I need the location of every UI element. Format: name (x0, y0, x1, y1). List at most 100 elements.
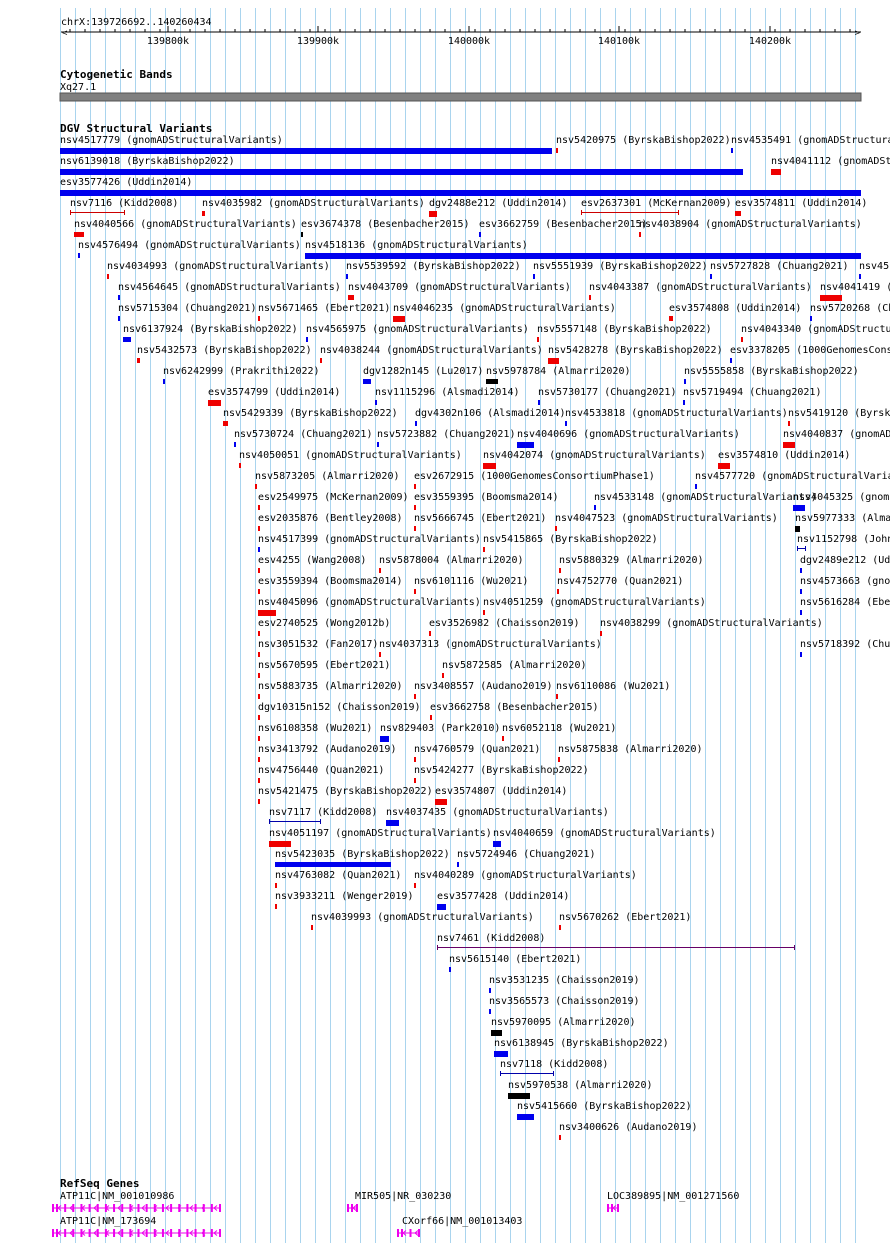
dgv-feature-glyph[interactable] (741, 337, 743, 342)
dgv-feature[interactable]: nsv5723882 (Chuang2021) (377, 429, 515, 447)
dgv-feature-glyph[interactable] (258, 715, 260, 720)
dgv-feature-label[interactable]: nsv3051532 (Fan2017) (258, 639, 378, 650)
dgv-feature-label[interactable]: esv3559394 (Boomsma2014) (258, 576, 403, 587)
dgv-feature[interactable]: nsv5539592 (ByrskaBishop2022) (346, 261, 521, 279)
dgv-feature[interactable]: nsv6052118 (Wu2021) (502, 723, 616, 741)
dgv-feature-label[interactable]: nsv5730724 (Chuang2021) (234, 429, 372, 440)
dgv-feature-glyph[interactable] (491, 1030, 502, 1036)
dgv-feature-label[interactable]: nsv4518136 (gnomADStructuralVariants) (305, 240, 528, 251)
dgv-feature-label[interactable]: esv3574808 (Uddin2014) (669, 303, 801, 314)
dgv-feature-glyph[interactable] (255, 484, 257, 489)
dgv-feature[interactable]: nsv4040659 (gnomADStructuralVariants) (493, 828, 716, 847)
dgv-feature[interactable]: nsv5616284 (Ebe (800, 597, 890, 615)
dgv-feature-glyph[interactable] (414, 484, 416, 489)
dgv-feature-label[interactable]: esv4255 (Wang2008) (258, 555, 366, 566)
dgv-feature-glyph[interactable] (414, 526, 416, 531)
dgv-feature-label[interactable]: nsv5880329 (Almarri2020) (559, 555, 704, 566)
dgv-feature-label[interactable]: nsv4037313 (gnomADStructuralVariants) (379, 639, 602, 650)
dgv-feature-label[interactable]: nsv4043387 (gnomADStructuralVariants) (589, 282, 812, 293)
dgv-feature[interactable]: nsv5718392 (Chu (800, 639, 890, 657)
dgv-feature-label[interactable]: nsv4565975 (gnomADStructuralVariants) (306, 324, 529, 335)
dgv-feature-label[interactable]: nsv5432573 (ByrskaBishop2022) (137, 345, 312, 356)
dgv-feature-glyph[interactable] (494, 1051, 508, 1057)
dgv-feature-label[interactable]: nsv4043709 (gnomADStructuralVariants) (348, 282, 571, 293)
dgv-feature[interactable]: dgv4302n106 (Alsmadi2014) (415, 408, 566, 426)
dgv-feature-glyph[interactable] (258, 778, 260, 783)
dgv-feature[interactable]: nsv4037313 (gnomADStructuralVariants) (379, 639, 602, 657)
dgv-feature-glyph[interactable] (380, 736, 389, 742)
dgv-feature-glyph[interactable] (118, 316, 120, 321)
dgv-feature[interactable]: nsv7117 (Kidd2008) (269, 807, 377, 824)
dgv-feature[interactable]: nsv6138945 (ByrskaBishop2022) (494, 1038, 669, 1057)
ruler-left-arrow-icon[interactable]: < (62, 29, 68, 39)
dgv-feature-glyph[interactable] (258, 736, 260, 741)
dgv-feature-label[interactable]: nsv3413792 (Audano2019) (258, 744, 396, 755)
dgv-feature[interactable]: nsv5671465 (Ebert2021) (258, 303, 390, 321)
dgv-feature[interactable]: nsv5978784 (Almarri2020) (486, 366, 631, 384)
dgv-feature[interactable]: nsv4045096 (gnomADStructuralVariants) (258, 597, 481, 616)
dgv-feature-label[interactable]: nsv5415660 (ByrskaBishop2022) (517, 1101, 692, 1112)
dgv-feature[interactable]: nsv3400626 (Audano2019) (559, 1122, 697, 1140)
dgv-feature-glyph[interactable] (60, 190, 861, 196)
dgv-feature[interactable]: nsv5730724 (Chuang2021) (234, 429, 372, 447)
dgv-feature[interactable]: nsv4577720 (gnomADStructuralVaria (695, 471, 890, 489)
dgv-feature[interactable]: nsv5727828 (Chuang2021) (710, 261, 848, 279)
dgv-feature-label[interactable]: esv2740525 (Wong2012b) (258, 618, 390, 629)
dgv-feature-label[interactable]: nsv5715304 (Chuang2021) (118, 303, 256, 314)
dgv-feature-label[interactable]: nsv5720268 (Ch (810, 303, 890, 314)
dgv-feature-label[interactable]: nsv4050051 (gnomADStructuralVariants) (239, 450, 462, 461)
refseq-gene[interactable]: LOC389895|NM_001271560 (607, 1191, 739, 1212)
dgv-feature-glyph[interactable] (695, 484, 697, 489)
dgv-feature-glyph[interactable] (669, 316, 673, 321)
dgv-feature-glyph[interactable] (486, 379, 498, 384)
dgv-feature-glyph[interactable] (435, 799, 447, 805)
dgv-feature-glyph[interactable] (234, 442, 236, 447)
dgv-feature-label[interactable]: nsv3408557 (Audano2019) (414, 681, 552, 692)
dgv-feature-label[interactable]: esv2672915 (1000GenomesConsortiumPhase1) (414, 471, 655, 482)
dgv-feature-label[interactable]: nsv6138945 (ByrskaBishop2022) (494, 1038, 669, 1049)
dgv-feature-label[interactable]: nsv5727828 (Chuang2021) (710, 261, 848, 272)
dgv-feature-label[interactable]: nsv4046235 (gnomADStructuralVariants) (393, 303, 616, 314)
dgv-feature-glyph[interactable] (208, 400, 221, 406)
dgv-feature-glyph[interactable] (483, 610, 485, 615)
dgv-feature-glyph[interactable] (457, 862, 459, 867)
dgv-feature-glyph[interactable] (386, 820, 399, 826)
dgv-feature-label[interactable]: esv3662758 (Besenbacher2015) (430, 702, 599, 713)
refseq-gene-label[interactable]: ATP11C|NM_173694 (60, 1216, 156, 1227)
dgv-feature[interactable]: nsv3933211 (Wenger2019) (275, 891, 413, 909)
dgv-feature-glyph[interactable] (683, 400, 685, 405)
dgv-feature-glyph[interactable] (731, 148, 733, 153)
dgv-feature[interactable]: esv3574799 (Uddin2014) (208, 387, 340, 406)
dgv-feature-label[interactable]: nsv5616284 (Ebe (800, 597, 890, 608)
dgv-feature-label[interactable]: nsv5875838 (Almarri2020) (558, 744, 703, 755)
dgv-feature-glyph[interactable] (258, 505, 260, 510)
cytoband-bar[interactable] (59, 92, 862, 102)
dgv-feature[interactable]: nsv5720268 (Ch (810, 303, 890, 321)
dgv-feature-glyph[interactable] (258, 589, 260, 594)
dgv-feature-label[interactable]: nsv6101116 (Wu2021) (414, 576, 528, 587)
dgv-feature[interactable]: nsv5880329 (Almarri2020) (559, 555, 704, 573)
dgv-feature-label[interactable]: nsv5872585 (Almarri2020) (442, 660, 587, 671)
dgv-feature-glyph[interactable] (800, 589, 802, 594)
dgv-feature-glyph[interactable] (730, 358, 732, 363)
dgv-feature-glyph[interactable] (810, 316, 812, 321)
dgv-feature-label[interactable]: nsv7461 (Kidd2008) (437, 933, 545, 944)
dgv-feature[interactable]: nsv5873205 (Almarri2020) (255, 471, 400, 489)
dgv-feature-label[interactable]: nsv5873205 (Almarri2020) (255, 471, 400, 482)
dgv-feature-glyph[interactable] (301, 232, 303, 237)
dgv-feature-label[interactable]: nsv5429339 (ByrskaBishop2022) (223, 408, 398, 419)
dgv-feature-label[interactable]: nsv4038244 (gnomADStructuralVariants) (320, 345, 543, 356)
dgv-feature-glyph[interactable] (483, 463, 496, 469)
dgv-feature-glyph[interactable] (517, 1114, 534, 1120)
dgv-feature-glyph[interactable] (859, 274, 861, 279)
dgv-feature[interactable]: nsv4051197 (gnomADStructuralVariants) (269, 828, 492, 847)
dgv-feature-glyph[interactable] (556, 694, 558, 699)
dgv-feature-glyph[interactable] (414, 883, 416, 888)
dgv-feature-glyph[interactable] (258, 526, 260, 531)
dgv-feature-label[interactable]: nsv5670595 (Ebert2021) (258, 660, 390, 671)
dgv-feature-label[interactable]: nsv5415865 (ByrskaBishop2022) (483, 534, 658, 545)
dgv-feature[interactable]: nsv5424277 (ByrskaBishop2022) (414, 765, 589, 783)
dgv-feature[interactable]: nsv5429339 (ByrskaBishop2022) (223, 408, 398, 426)
dgv-feature-glyph[interactable] (502, 736, 504, 741)
dgv-feature-label[interactable]: nsv4041419 ( (820, 282, 890, 293)
